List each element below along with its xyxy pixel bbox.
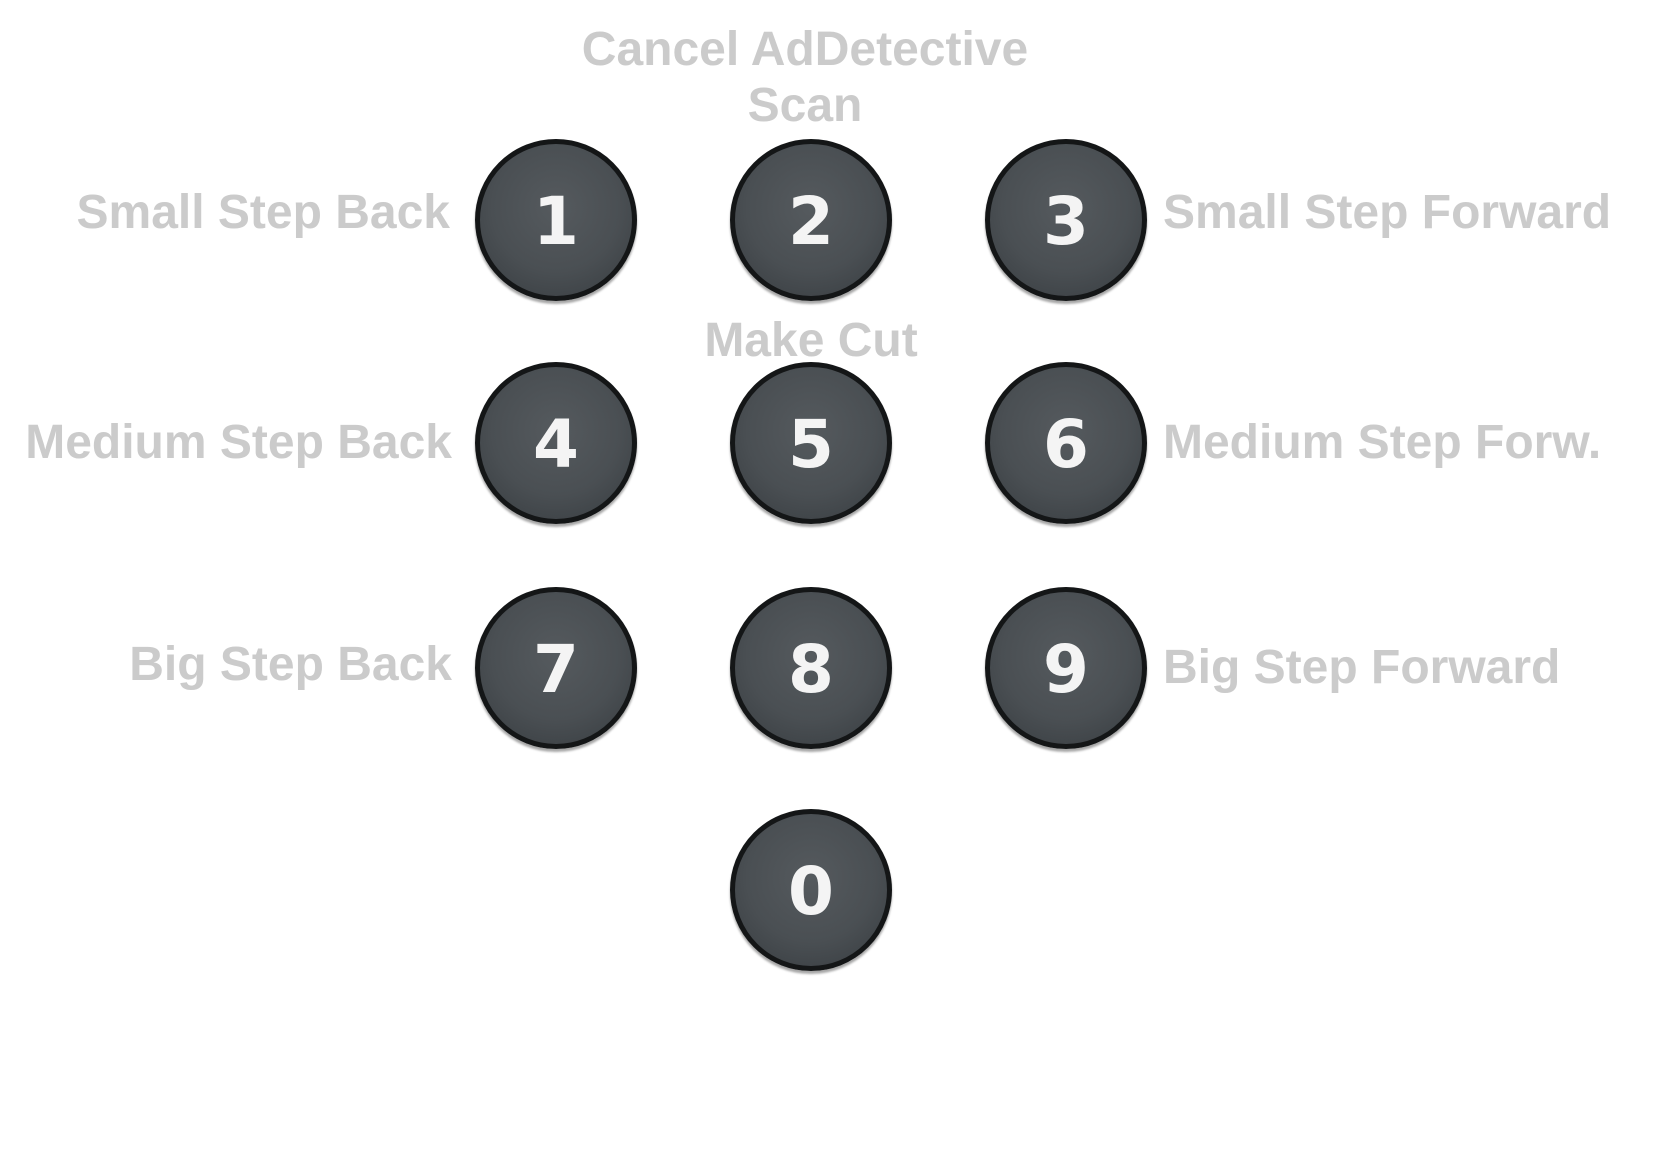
key-0-digit: 0	[788, 853, 834, 930]
key-7-digit: 7	[533, 631, 579, 708]
key-0-button[interactable]: 0	[730, 809, 892, 971]
label-big-step-forward: Big Step Forward	[1163, 641, 1561, 694]
key-6-digit: 6	[1043, 406, 1089, 483]
label-cancel-line1: Cancel AdDetective	[581, 23, 1029, 76]
key-5-button[interactable]: 5	[730, 362, 892, 524]
label-cancel-line2: Scan	[747, 79, 863, 132]
key-2-button[interactable]: 2	[730, 139, 892, 301]
key-6-button[interactable]: 6	[985, 362, 1147, 524]
label-small-step-forward: Small Step Forward	[1163, 186, 1612, 239]
label-medium-step-back: Medium Step Back	[25, 416, 452, 469]
key-4-digit: 4	[533, 406, 579, 483]
label-small-step-back: Small Step Back	[76, 186, 451, 239]
key-3-button[interactable]: 3	[985, 139, 1147, 301]
key-7-button[interactable]: 7	[475, 587, 637, 749]
key-1-digit: 1	[533, 183, 579, 260]
key-8-button[interactable]: 8	[730, 587, 892, 749]
key-8-digit: 8	[788, 631, 834, 708]
label-make-cut: Make Cut	[704, 314, 918, 367]
remote-keypad: Cancel AdDetective Scan Small Step Back …	[0, 0, 1654, 1165]
key-2-digit: 2	[788, 183, 834, 260]
key-5-digit: 5	[788, 406, 834, 483]
key-3-digit: 3	[1043, 183, 1089, 260]
label-big-step-back: Big Step Back	[129, 638, 452, 691]
key-9-button[interactable]: 9	[985, 587, 1147, 749]
label-cancel-adDetective-scan: Cancel AdDetective Scan	[555, 22, 1055, 134]
key-9-digit: 9	[1043, 631, 1089, 708]
label-medium-step-forward: Medium Step Forw.	[1163, 416, 1602, 469]
key-1-button[interactable]: 1	[475, 139, 637, 301]
key-4-button[interactable]: 4	[475, 362, 637, 524]
